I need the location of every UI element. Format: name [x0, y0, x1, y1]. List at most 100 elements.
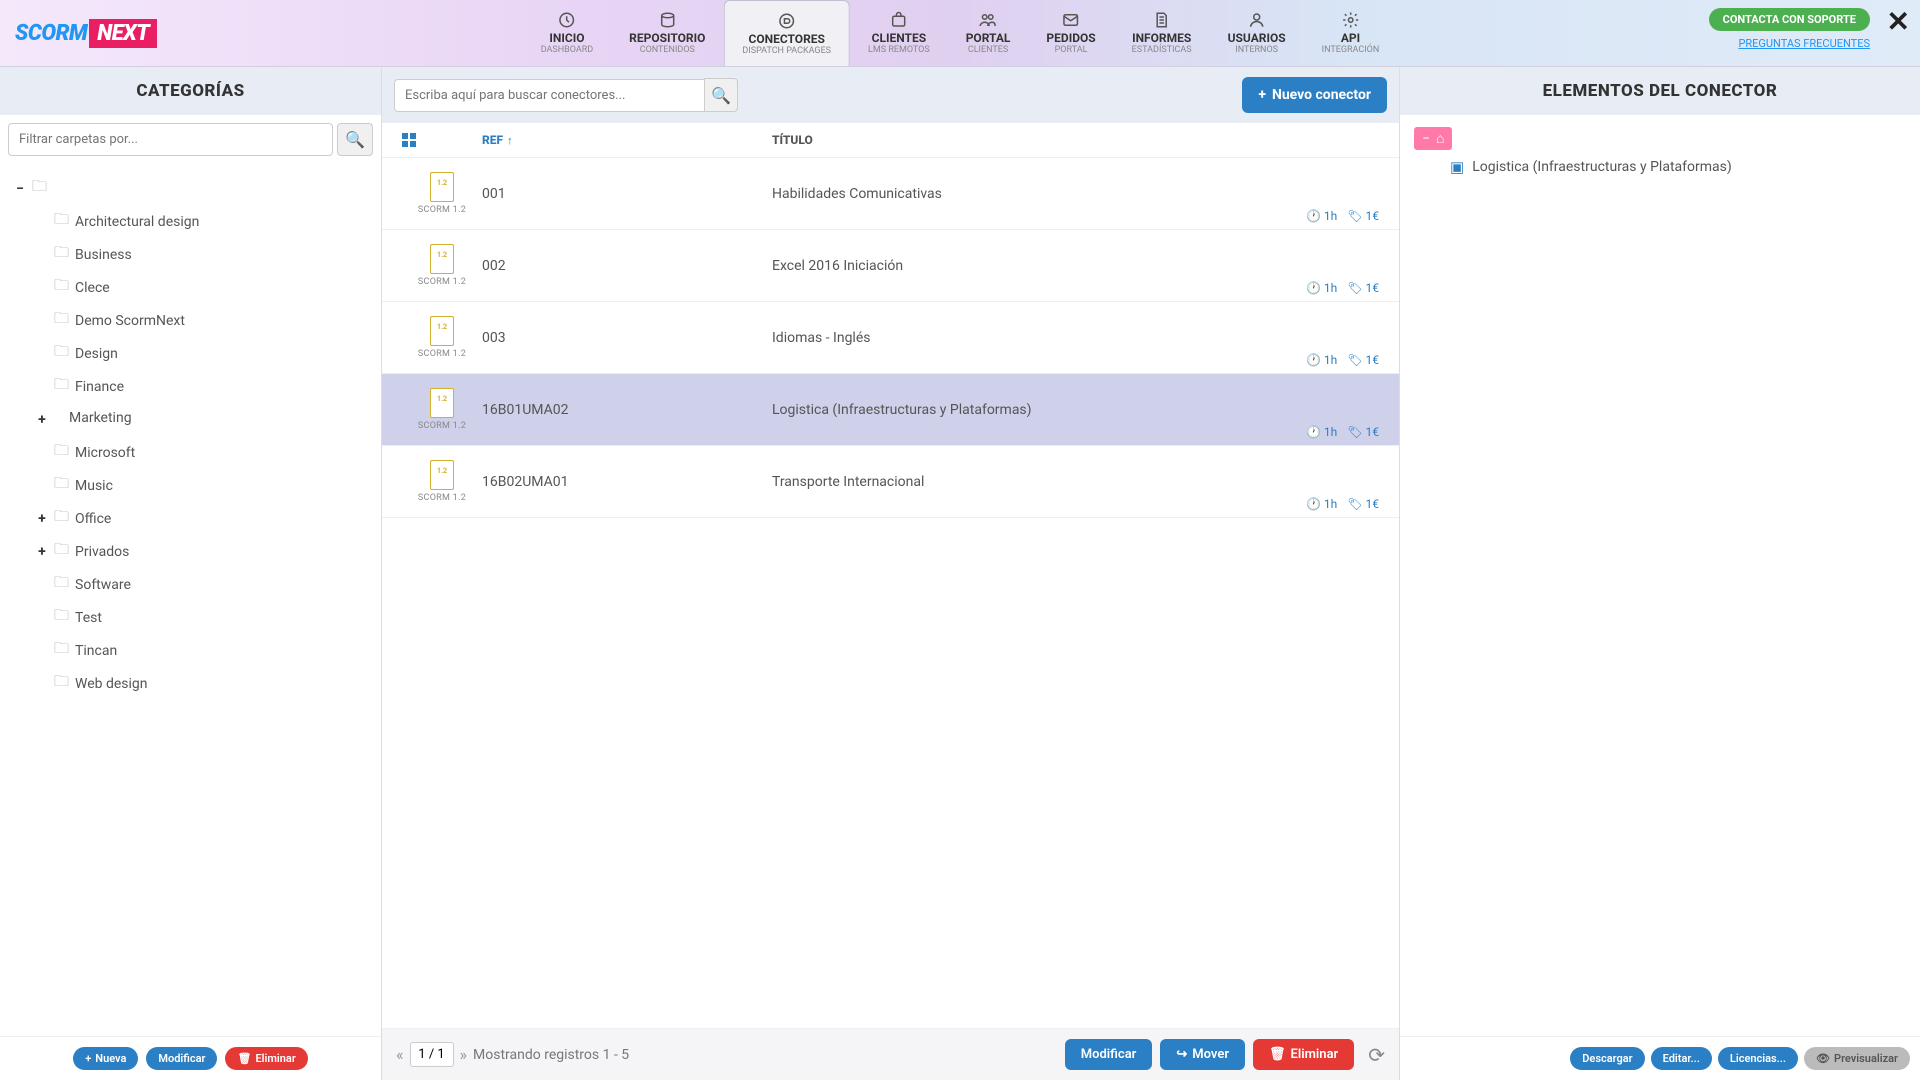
delete-button[interactable]: 🗑Eliminar [1253, 1039, 1354, 1070]
search-icon: 🔍 [345, 130, 365, 149]
tag-icon: 🏷 [1347, 353, 1362, 367]
filter-search-button[interactable]: 🔍 [337, 123, 373, 156]
table-row[interactable]: SCORM 1.216B02UMA01Transporte Internacio… [382, 446, 1399, 518]
collapse-icon[interactable]: − [14, 181, 26, 197]
scorm-file-icon [430, 172, 454, 202]
nav-label: PEDIDOS [1046, 31, 1095, 45]
row-ref: 002 [482, 258, 772, 274]
nav-inicio[interactable]: INICIODASHBOARD [523, 0, 611, 66]
element-item[interactable]: ▣ Logistica (Infraestructuras y Platafor… [1414, 150, 1906, 176]
nav-icon [1062, 11, 1080, 29]
nav-sublabel: CONTENIDOS [640, 45, 695, 55]
download-button[interactable]: Descargar [1570, 1047, 1644, 1070]
filter-input[interactable] [8, 123, 333, 156]
grid-icon-col[interactable] [402, 133, 482, 147]
row-meta: 🕐1h🏷1€ [1306, 209, 1379, 223]
table-row[interactable]: SCORM 1.216B01UMA02Logistica (Infraestru… [382, 374, 1399, 446]
tree-item[interactable]: 🗀Music [36, 469, 373, 502]
new-category-button[interactable]: +Nueva [73, 1047, 138, 1070]
support-button[interactable]: CONTACTA CON SOPORTE [1709, 8, 1870, 31]
nav-label: PORTAL [966, 31, 1011, 45]
nav-informes[interactable]: INFORMESESTADÍSTICAS [1114, 0, 1210, 66]
nav-label: INFORMES [1132, 31, 1191, 45]
pager-first-icon[interactable]: « [396, 1045, 404, 1064]
faq-link[interactable]: PREGUNTAS FRECUENTES [1738, 37, 1870, 50]
category-tree: − 🗀 🗀Architectural design🗀Business🗀Clece… [0, 164, 381, 1036]
tree-item[interactable]: +🗀Office [36, 502, 373, 535]
grid-actions: Modificar ↪Mover 🗑Eliminar ⟳ [1065, 1039, 1385, 1070]
expand-icon[interactable]: + [36, 511, 48, 527]
tree-item[interactable]: + 🗀 Privados [36, 535, 373, 568]
nav-sublabel: DISPATCH PACKAGES [742, 46, 831, 56]
clock-icon: 🕐 [1306, 497, 1321, 511]
tree-item[interactable]: 🗀Software [36, 568, 373, 601]
edit-button[interactable]: Modificar [1065, 1039, 1153, 1070]
edit-category-button[interactable]: Modificar [146, 1047, 217, 1070]
table-row[interactable]: SCORM 1.2002Excel 2016 Iniciación🕐1h🏷1€ [382, 230, 1399, 302]
nav-usuarios[interactable]: USUARIOSINTERNOS [1210, 0, 1304, 66]
scorm-file-icon [430, 316, 454, 346]
nav-icon [979, 11, 997, 29]
scorm-file-icon [430, 460, 454, 490]
tree-item[interactable]: 🗀Tincan [36, 634, 373, 667]
expand-icon[interactable]: + [36, 544, 48, 560]
row-ref: 16B01UMA02 [482, 402, 772, 418]
pager-last-icon[interactable]: » [460, 1045, 468, 1064]
table-row[interactable]: SCORM 1.2001Habilidades Comunicativas🕐1h… [382, 158, 1399, 230]
search-input[interactable] [394, 79, 704, 112]
nav-clientes[interactable]: CLIENTESLMS REMOTOS [850, 0, 948, 66]
row-icon: SCORM 1.2 [402, 388, 482, 431]
edit-element-button[interactable]: Editar... [1651, 1047, 1712, 1070]
folder-icon: 🗀 [54, 539, 69, 564]
nav-pedidos[interactable]: PEDIDOSPORTAL [1028, 0, 1113, 66]
new-connector-button[interactable]: +Nuevo conector [1242, 77, 1387, 113]
tree-item[interactable]: 🗀Design [36, 337, 373, 370]
licenses-button[interactable]: Licencias... [1718, 1047, 1798, 1070]
tag-icon: 🏷 [1347, 209, 1362, 223]
tree-label: Privados [75, 544, 129, 560]
title-column-header[interactable]: TÍTULO [772, 133, 1379, 147]
tree-item[interactable]: 🗀Microsoft [36, 436, 373, 469]
folder-icon: 🗀 [54, 408, 69, 426]
tree-root[interactable]: − 🗀 [14, 172, 373, 205]
row-ref: 16B02UMA01 [482, 474, 772, 490]
tree-item[interactable]: 🗀Business [36, 238, 373, 271]
pager-input[interactable] [410, 1042, 454, 1067]
connectors-toolbar: 🔍 +Nuevo conector [382, 67, 1399, 123]
elements-root[interactable]: − ⌂ [1414, 127, 1452, 150]
nav-sublabel: INTERNOS [1235, 45, 1278, 55]
expand-icon[interactable]: + [36, 412, 48, 428]
tree-label: Finance [75, 379, 124, 395]
file-type-label: SCORM 1.2 [418, 421, 466, 431]
tree-label: Software [75, 577, 131, 593]
clock-icon: 🕐 [1306, 209, 1321, 223]
nav-label: INICIO [549, 31, 584, 45]
preview-button[interactable]: 👁 Previsualizar [1804, 1047, 1910, 1070]
tree-item[interactable]: +🗀Marketing [36, 403, 373, 436]
tree-item[interactable]: 🗀Test [36, 601, 373, 634]
delete-category-button[interactable]: 🗑Eliminar [225, 1047, 307, 1070]
tree-label: Architectural design [75, 214, 199, 230]
move-button[interactable]: ↪Mover [1160, 1039, 1245, 1070]
tree-item[interactable]: 🗀Demo ScormNext [36, 304, 373, 337]
ref-column-header[interactable]: REF ↑ [482, 133, 772, 147]
row-icon: SCORM 1.2 [402, 172, 482, 215]
tree-item[interactable]: 🗀Web design [36, 667, 373, 700]
nav-sublabel: PORTAL [1055, 45, 1088, 55]
nav-portal[interactable]: PORTALCLIENTES [948, 0, 1029, 66]
nav-repositorio[interactable]: REPOSITORIOCONTENIDOS [611, 0, 723, 66]
tree-item[interactable]: 🗀Clece [36, 271, 373, 304]
nav-conectores[interactable]: CONECTORESDISPATCH PACKAGES [723, 0, 850, 66]
close-icon[interactable]: ✕ [1887, 5, 1910, 38]
pager: « » Mostrando registros 1 - 5 [396, 1042, 629, 1067]
nav-sublabel: ESTADÍSTICAS [1132, 45, 1192, 55]
tree-item[interactable]: 🗀Architectural design [36, 205, 373, 238]
search-button[interactable]: 🔍 [704, 78, 738, 112]
refresh-icon[interactable]: ⟳ [1368, 1043, 1385, 1067]
table-row[interactable]: SCORM 1.2003Idiomas - Inglés🕐1h🏷1€ [382, 302, 1399, 374]
elements-tree: − ⌂ ▣ Logistica (Infraestructuras y Plat… [1400, 115, 1920, 188]
nav-api[interactable]: APIINTEGRACIÓN [1304, 0, 1398, 66]
folder-icon: 🗀 [54, 473, 69, 498]
tree-item[interactable]: 🗀Finance [36, 370, 373, 403]
categories-title: CATEGORÍAS [0, 67, 381, 115]
